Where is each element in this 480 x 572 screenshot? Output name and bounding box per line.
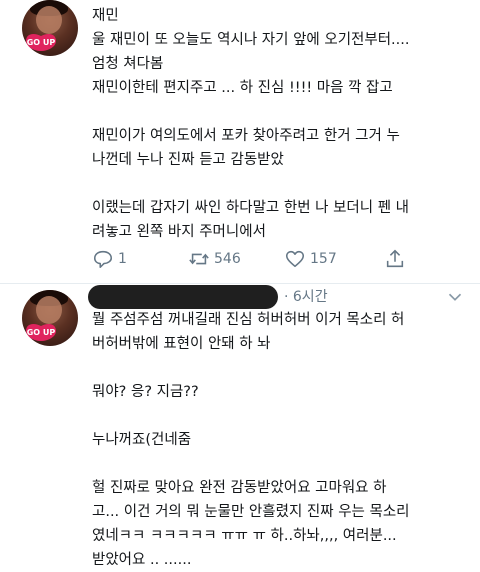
tweet-text-line: 재민이한테 편지주고 ... 하 진심 !!!! 마음 깍 잡고	[92, 80, 393, 96]
tweet-text-line: 나껀데 누나 진짜 듣고 감동받았	[92, 152, 284, 168]
go-up-badge: GO UP	[24, 30, 58, 52]
tweet-text-line: 고... 이건 거의 뭐 눈물만 안흘렸지 진짜 우는 목소리	[92, 504, 410, 520]
avatar[interactable]: GO UP	[22, 290, 78, 346]
tweet-text-line: 재민이가 여의도에서 포카 찾아주려고 한거 그거 누	[92, 128, 400, 144]
tweet-text-line: 버허버밖에 표현이 안돼 하 놔	[92, 336, 271, 352]
retweet-button[interactable]: 546	[188, 248, 241, 270]
tweet-text-line: 였네ㅋㅋ ㅋㅋㅋㅋㅋ ㅠㅠ ㅠ 하..하놔,,,, 여러분...	[92, 528, 397, 544]
tweet-text-line: 헐 진짜로 맞아요 완전 감동받았어요 고마워요 하	[92, 480, 387, 496]
like-button[interactable]: 157	[284, 248, 337, 270]
like-count: 157	[310, 251, 337, 267]
tweet-1-body: 재민 울 재민이 또 오늘도 역시나 자기 앞에 오기전부터.... 엄청 쳐다…	[92, 4, 466, 244]
badge-text: GO UP	[27, 328, 56, 337]
retweet-icon	[189, 253, 209, 265]
tweet-text-line: 뭘 주섬주섬 꺼내길래 진심 허버허버 이거 목소리 허	[92, 312, 405, 328]
share-icon	[386, 249, 404, 268]
tweet-actions: 1 546 157	[92, 248, 432, 272]
chevron-down-icon[interactable]	[444, 286, 466, 308]
reply-icon	[93, 250, 113, 269]
tweet-divider	[0, 283, 480, 284]
tweet-author-name[interactable]: 재민	[92, 4, 466, 28]
badge-text: GO UP	[27, 38, 56, 47]
tweet-text-line: 울 재민이 또 오늘도 역시나 자기 앞에 오기전부터....	[92, 32, 410, 48]
reply-count: 1	[118, 251, 127, 267]
go-up-badge: GO UP	[24, 320, 58, 342]
avatar[interactable]: GO UP	[22, 0, 78, 56]
heart-icon	[285, 250, 305, 268]
tweet-time[interactable]: · 6시간	[284, 285, 328, 309]
tweet-text-line: 이랬는데 갑자기 싸인 하다말고 한번 나 보더니 펜 내	[92, 200, 410, 216]
tweet-2-body: 뭘 주섬주섬 꺼내길래 진심 허버허버 이거 목소리 허 버허버밖에 표현이 안…	[92, 308, 466, 572]
redacted-username	[88, 285, 278, 309]
tweet-text-line: 받았어요 .. ......	[92, 552, 192, 568]
tweet-text-line: 뭐야? 응? 지금??	[92, 384, 199, 400]
reply-button[interactable]: 1	[92, 248, 127, 270]
retweet-count: 546	[214, 251, 241, 267]
share-button[interactable]	[384, 248, 410, 270]
tweet-text-line: 려놓고 왼쪽 바지 주머니에서	[92, 224, 266, 240]
tweet-text-line: 엄청 쳐다봄	[92, 56, 164, 72]
tweet-text-line: 누나꺼죠(건네줌	[92, 432, 192, 448]
